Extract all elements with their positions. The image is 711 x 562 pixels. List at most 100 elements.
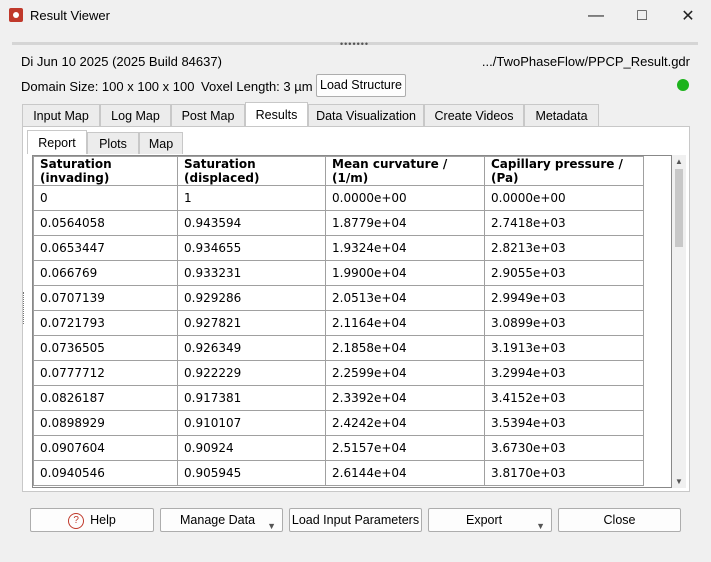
splitter-grip-icon[interactable]: ••••••• bbox=[340, 39, 369, 49]
table-cell[interactable]: 0.910107 bbox=[177, 410, 326, 436]
table-row[interactable]: 0.0736505 0.926349 2.1858e+04 3.1913e+03 bbox=[33, 335, 644, 361]
table-cell[interactable]: 0.0653447 bbox=[33, 235, 178, 261]
table-row[interactable]: 0.0721793 0.927821 2.1164e+04 3.0899e+03 bbox=[33, 310, 644, 336]
help-button[interactable]: ? Help bbox=[30, 508, 154, 532]
table-row[interactable]: 0.0777712 0.922229 2.2599e+04 3.2994e+03 bbox=[33, 360, 644, 386]
build-info: Di Jun 10 2025 (2025 Build 84637) bbox=[21, 54, 222, 69]
table-cell[interactable]: 0.917381 bbox=[177, 385, 326, 411]
table-cell[interactable]: 0.926349 bbox=[177, 335, 326, 361]
table-cell[interactable]: 2.1858e+04 bbox=[325, 335, 485, 361]
table-cell[interactable]: 3.2994e+03 bbox=[484, 360, 644, 386]
table-cell[interactable]: 2.2599e+04 bbox=[325, 360, 485, 386]
table-row[interactable]: 0.0907604 0.90924 2.5157e+04 3.6730e+03 bbox=[33, 435, 644, 461]
voxel-length: Voxel Length: 3 µm bbox=[201, 79, 313, 94]
column-header[interactable]: Mean curvature / (1/m) bbox=[325, 156, 485, 186]
table-row[interactable]: 0.0826187 0.917381 2.3392e+04 3.4152e+03 bbox=[33, 385, 644, 411]
tab-input-map[interactable]: Input Map bbox=[22, 104, 100, 126]
table-row[interactable]: 0 1 0.0000e+00 0.0000e+00 bbox=[33, 185, 644, 211]
tab-log-map[interactable]: Log Map bbox=[100, 104, 171, 126]
table-cell[interactable]: 3.8170e+03 bbox=[484, 460, 644, 486]
table-row[interactable]: 0.0653447 0.934655 1.9324e+04 2.8213e+03 bbox=[33, 235, 644, 261]
subtab-map[interactable]: Map bbox=[139, 132, 183, 154]
side-splitter-grip[interactable] bbox=[23, 292, 27, 324]
table-cell[interactable]: 0.0721793 bbox=[33, 310, 178, 336]
table-cell[interactable]: 3.4152e+03 bbox=[484, 385, 644, 411]
table-cell[interactable]: 2.9055e+03 bbox=[484, 260, 644, 286]
table-cell[interactable]: 0.0907604 bbox=[33, 435, 178, 461]
table-cell[interactable]: 0.922229 bbox=[177, 360, 326, 386]
minimize-icon[interactable]: — bbox=[573, 0, 619, 32]
table-scrollbar[interactable]: ▲ ▼ bbox=[672, 155, 686, 488]
table-cell[interactable]: 0.929286 bbox=[177, 285, 326, 311]
title-bar: Result Viewer — □ ✕ bbox=[0, 0, 711, 32]
table-cell[interactable]: 1.9900e+04 bbox=[325, 260, 485, 286]
table-cell[interactable]: 2.1164e+04 bbox=[325, 310, 485, 336]
table-cell[interactable]: 0.927821 bbox=[177, 310, 326, 336]
table-cell[interactable]: 0 bbox=[33, 185, 178, 211]
table-row[interactable]: 0.0564058 0.943594 1.8779e+04 2.7418e+03 bbox=[33, 210, 644, 236]
export-label: Export bbox=[466, 513, 503, 527]
scroll-up-icon[interactable]: ▲ bbox=[675, 157, 683, 166]
column-header[interactable]: Saturation (displaced) bbox=[177, 156, 326, 186]
table-cell[interactable]: 0.0898929 bbox=[33, 410, 178, 436]
domain-size: Domain Size: 100 x 100 x 100 bbox=[21, 79, 195, 94]
table-cell[interactable]: 2.8213e+03 bbox=[484, 235, 644, 261]
help-icon: ? bbox=[68, 512, 85, 529]
subtab-report[interactable]: Report bbox=[27, 130, 87, 154]
table-cell[interactable]: 2.4242e+04 bbox=[325, 410, 485, 436]
table-cell[interactable]: 0.0707139 bbox=[33, 285, 178, 311]
scrollbar-thumb[interactable] bbox=[675, 169, 683, 247]
table-cell[interactable]: 2.7418e+03 bbox=[484, 210, 644, 236]
load-structure-button[interactable]: Load Structure bbox=[316, 74, 406, 97]
column-header[interactable]: Saturation (invading) bbox=[33, 156, 178, 186]
tab-data-visualization[interactable]: Data Visualization bbox=[308, 104, 424, 126]
load-input-parameters-button[interactable]: Load Input Parameters bbox=[289, 508, 422, 532]
table-row[interactable]: 0.0940546 0.905945 2.6144e+04 3.8170e+03 bbox=[33, 460, 644, 486]
tab-post-map[interactable]: Post Map bbox=[171, 104, 245, 126]
status-indicator bbox=[677, 79, 689, 91]
column-header[interactable]: Capillary pressure / (Pa) bbox=[484, 156, 644, 186]
table-cell[interactable]: 0.0826187 bbox=[33, 385, 178, 411]
subtab-plots[interactable]: Plots bbox=[87, 132, 139, 154]
table-cell[interactable]: 0.934655 bbox=[177, 235, 326, 261]
table-cell[interactable]: 0.0000e+00 bbox=[325, 185, 485, 211]
table-cell[interactable]: 0.066769 bbox=[33, 260, 178, 286]
table-cell[interactable]: 2.6144e+04 bbox=[325, 460, 485, 486]
tab-create-videos[interactable]: Create Videos bbox=[424, 104, 524, 126]
tab-results[interactable]: Results bbox=[245, 102, 308, 126]
table-cell[interactable]: 1.8779e+04 bbox=[325, 210, 485, 236]
table-cell[interactable]: 1 bbox=[177, 185, 326, 211]
scroll-down-icon[interactable]: ▼ bbox=[675, 477, 683, 486]
table-cell[interactable]: 0.933231 bbox=[177, 260, 326, 286]
maximize-icon[interactable]: □ bbox=[619, 0, 665, 32]
table-cell[interactable]: 0.0736505 bbox=[33, 335, 178, 361]
table-cell[interactable]: 0.0564058 bbox=[33, 210, 178, 236]
table-cell[interactable]: 0.90924 bbox=[177, 435, 326, 461]
tab-metadata[interactable]: Metadata bbox=[524, 104, 599, 126]
close-icon[interactable]: ✕ bbox=[665, 0, 711, 32]
manage-data-button[interactable]: Manage Data ▼ bbox=[160, 508, 283, 532]
table-cell[interactable]: 2.5157e+04 bbox=[325, 435, 485, 461]
file-path: .../TwoPhaseFlow/PPCP_Result.gdr bbox=[481, 54, 690, 69]
export-button[interactable]: Export ▼ bbox=[428, 508, 552, 532]
table-row[interactable]: 0.0898929 0.910107 2.4242e+04 3.5394e+03 bbox=[33, 410, 644, 436]
table-cell[interactable]: 0.0777712 bbox=[33, 360, 178, 386]
table-header-row: Saturation (invading) Saturation (displa… bbox=[33, 156, 644, 186]
table-cell[interactable]: 0.905945 bbox=[177, 460, 326, 486]
table-cell[interactable]: 3.1913e+03 bbox=[484, 335, 644, 361]
table-cell[interactable]: 1.9324e+04 bbox=[325, 235, 485, 261]
help-label: Help bbox=[90, 513, 116, 527]
table-cell[interactable]: 0.0000e+00 bbox=[484, 185, 644, 211]
close-button[interactable]: Close bbox=[558, 508, 681, 532]
table-row[interactable]: 0.0707139 0.929286 2.0513e+04 2.9949e+03 bbox=[33, 285, 644, 311]
table-cell[interactable]: 0.0940546 bbox=[33, 460, 178, 486]
table-cell[interactable]: 2.9949e+03 bbox=[484, 285, 644, 311]
table-cell[interactable]: 0.943594 bbox=[177, 210, 326, 236]
table-cell[interactable]: 2.0513e+04 bbox=[325, 285, 485, 311]
table-cell[interactable]: 2.3392e+04 bbox=[325, 385, 485, 411]
table-cell[interactable]: 3.6730e+03 bbox=[484, 435, 644, 461]
results-table: Saturation (invading) Saturation (displa… bbox=[32, 155, 672, 488]
table-cell[interactable]: 3.5394e+03 bbox=[484, 410, 644, 436]
table-row[interactable]: 0.066769 0.933231 1.9900e+04 2.9055e+03 bbox=[33, 260, 644, 286]
table-cell[interactable]: 3.0899e+03 bbox=[484, 310, 644, 336]
